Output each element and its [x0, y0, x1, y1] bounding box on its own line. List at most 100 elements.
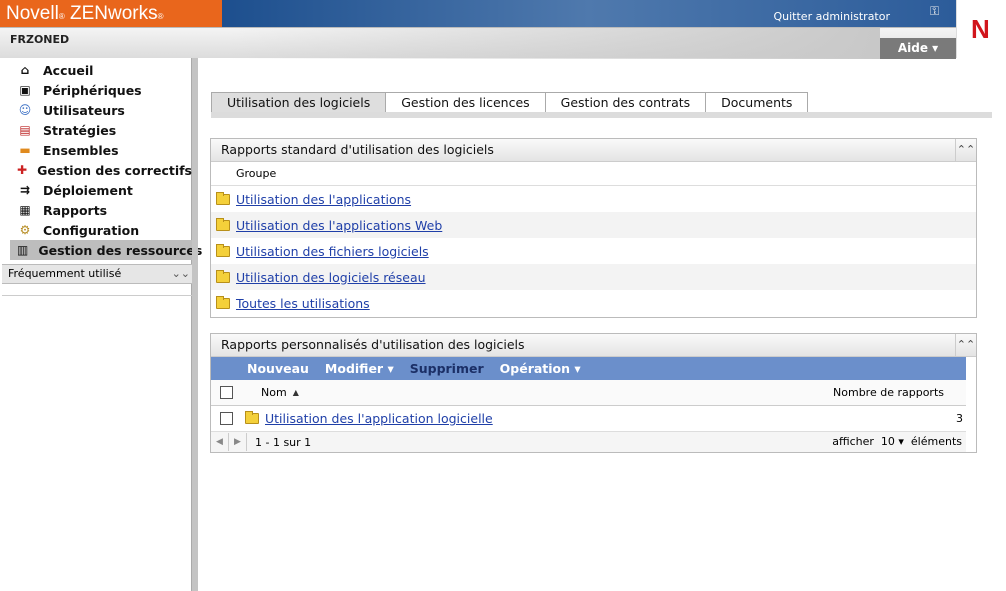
chevron-down-icon[interactable]: ⌄⌄ [172, 265, 190, 283]
tab-software-usage[interactable]: Utilisation des logiciels [211, 92, 387, 113]
main-nav: ⌂ Accueil ▣ Périphériques ☺ Utilisateurs ▤ S… [4, 60, 202, 260]
sidebar-item-deployment[interactable]: ⇉ Déploiement [4, 180, 192, 200]
sidebar-item-home[interactable]: ⌂ Accueil [4, 60, 192, 80]
sidebar-item-label: Rapports [43, 202, 108, 218]
list-item: Utilisation des l'applications Web [211, 212, 976, 238]
sidebar-item-configuration[interactable]: ⚙ Configuration [4, 220, 192, 240]
brand-reg-mark: ® [58, 12, 65, 21]
bundle-icon: ▬ [19, 143, 31, 157]
brand-name: Novell [6, 3, 59, 24]
sidebar-item-reports[interactable]: ▦ Rapports [4, 200, 192, 220]
edit-menu[interactable]: Modifier ▾ [325, 361, 394, 376]
user-icon: ☺ [18, 103, 32, 117]
report-link[interactable]: Toutes les utilisations [236, 296, 370, 311]
report-icon: ▦ [19, 203, 31, 217]
home-icon: ⌂ [20, 63, 30, 77]
delete-button[interactable]: Supprimer [410, 361, 484, 376]
asset-icon: ▥ [17, 243, 29, 257]
sidebar-item-label: Accueil [43, 62, 94, 78]
prev-page-icon[interactable]: ◀ [211, 433, 229, 451]
pager: ◀ ▶ 1 - 1 sur 1 afficher 10 ▾ éléments [211, 432, 966, 452]
folder-icon [245, 411, 259, 424]
list-item: Utilisation des l'applications [211, 186, 976, 212]
sidebar-item-label: Utilisateurs [43, 102, 125, 118]
row-checkbox[interactable] [220, 412, 233, 425]
tab-contract-management[interactable]: Gestion des contrats [545, 92, 707, 113]
deploy-icon: ⇉ [19, 183, 31, 197]
sidebar-item-patches[interactable]: ✚ Gestion des correctifs [4, 160, 192, 180]
report-link[interactable]: Utilisation des logiciels réseau [236, 270, 426, 285]
monitor-icon: ▣ [19, 83, 31, 97]
key-icon[interactable]: ⚿ [930, 5, 944, 17]
frequently-used-header[interactable]: Fréquemment utilisé ⌄⌄ [2, 264, 192, 284]
policy-icon: ▤ [19, 123, 31, 137]
sidebar-item-devices[interactable]: ▣ Périphériques [4, 80, 192, 100]
sort-asc-icon[interactable]: ▲ [293, 388, 299, 397]
table-row: Utilisation des l'application logicielle… [211, 406, 966, 432]
sidebar-item-label: Gestion des ressources [38, 242, 203, 258]
zone-bar: FRZONED Aide ▾ [0, 27, 956, 59]
sidebar-item-label: Ensembles [43, 142, 119, 158]
list-item: Toutes les utilisations [211, 290, 976, 316]
column-header-name[interactable]: Nom [261, 386, 287, 399]
items-label: éléments [910, 435, 962, 448]
list-item: Utilisation des logiciels réseau [211, 264, 976, 290]
panel-header: Rapports personnalisés d'utilisation des… [211, 334, 976, 357]
collapse-icon[interactable]: ⌃⌃ [955, 139, 976, 161]
action-toolbar: Nouveau Modifier ▾ Supprimer Opération ▾ [211, 357, 966, 380]
standard-reports-panel: Rapports standard d'utilisation des logi… [210, 138, 977, 318]
page-size-control: afficher 10 ▾ éléments [832, 435, 962, 448]
report-link[interactable]: Utilisation des l'applications [236, 192, 411, 207]
sidebar-item-label: Périphériques [43, 82, 142, 98]
select-all-checkbox[interactable] [220, 386, 233, 399]
zone-name: FRZONED [10, 33, 70, 46]
sidebar-item-asset-management[interactable]: ▥ Gestion des ressources [10, 240, 202, 260]
tab-license-management[interactable]: Gestion des licences [386, 92, 546, 113]
logout-link[interactable]: Quitter administrator [774, 0, 891, 27]
product-name: ZENworks [70, 3, 158, 24]
sidebar: ⌂ Accueil ▣ Périphériques ☺ Utilisateurs ▤ S… [0, 58, 202, 591]
show-label: afficher [832, 435, 874, 448]
brand-logo: Novell® ZENworks® [0, 0, 222, 27]
list-item: Utilisation des fichiers logiciels [211, 238, 976, 264]
panel-title: Rapports personnalisés d'utilisation des… [221, 337, 525, 352]
new-button[interactable]: Nouveau [247, 361, 309, 376]
sidebar-item-bundles[interactable]: ▬ Ensembles [4, 140, 192, 160]
novell-logo: N [956, 0, 1006, 58]
tab-bar: Utilisation des logiciels Gestion des li… [211, 92, 809, 113]
report-count: 3 [956, 412, 963, 425]
custom-reports-panel: Rapports personnalisés d'utilisation des… [210, 333, 977, 453]
gear-icon: ⚙ [19, 223, 31, 237]
product-reg-mark: ® [157, 12, 164, 21]
folder-icon [216, 269, 230, 283]
next-page-icon[interactable]: ▶ [229, 433, 247, 451]
panel-header: Rapports standard d'utilisation des logi… [211, 139, 976, 162]
header-bar: Quitter administrator [222, 0, 956, 27]
report-link[interactable]: Utilisation des fichiers logiciels [236, 244, 429, 259]
column-header-count: Nombre de rapports [833, 386, 944, 399]
sidebar-item-label: Déploiement [43, 182, 133, 198]
sidebar-splitter[interactable] [192, 58, 198, 591]
panel-title: Rapports standard d'utilisation des logi… [221, 142, 494, 157]
sidebar-item-label: Stratégies [43, 122, 117, 138]
sidebar-item-label: Gestion des correctifs [37, 162, 192, 178]
page-info: 1 - 1 sur 1 [255, 435, 312, 449]
sidebar-item-label: Configuration [43, 222, 140, 238]
novell-n-icon: N [971, 14, 990, 44]
action-menu[interactable]: Opération ▾ [500, 361, 581, 376]
help-button[interactable]: Aide ▾ [880, 38, 956, 59]
header-swoosh [230, 28, 880, 59]
report-link[interactable]: Utilisation des l'application logicielle [265, 411, 493, 426]
folder-icon [216, 295, 230, 309]
page-size-select[interactable]: 10 ▾ [881, 435, 904, 448]
sidebar-item-policies[interactable]: ▤ Stratégies [4, 120, 192, 140]
frequently-used-list [2, 284, 192, 296]
table-header: Nom ▲ Nombre de rapports [211, 380, 966, 406]
sidebar-item-users[interactable]: ☺ Utilisateurs [4, 100, 192, 120]
frequently-used-label: Fréquemment utilisé [8, 267, 122, 280]
column-header-group: Groupe [211, 162, 976, 186]
collapse-icon[interactable]: ⌃⌃ [955, 334, 976, 356]
tab-documents[interactable]: Documents [706, 92, 809, 113]
report-link[interactable]: Utilisation des l'applications Web [236, 218, 442, 233]
folder-icon [216, 243, 230, 257]
